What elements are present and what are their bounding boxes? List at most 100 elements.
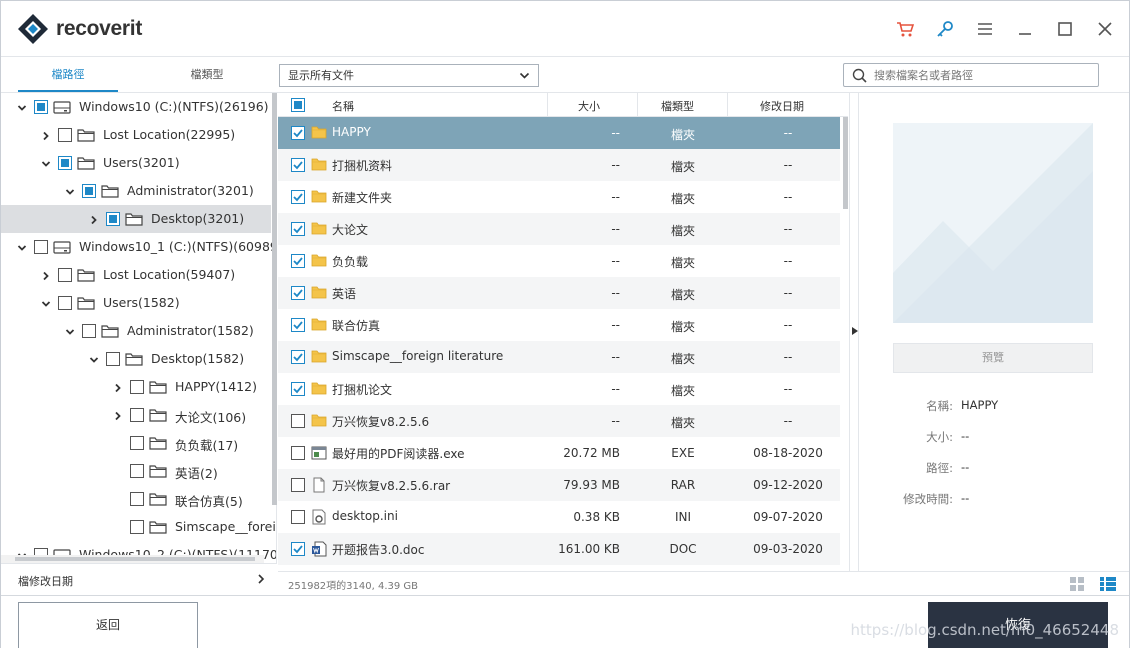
file-row[interactable]: 开题报告3.0.doc 161.00 KB DOC 09-03-2020	[278, 533, 840, 565]
tree-checkbox[interactable]	[58, 156, 72, 170]
chevron-right-icon[interactable]	[89, 215, 99, 225]
tree-node[interactable]: Users(3201)	[1, 149, 271, 177]
file-checkbox[interactable]	[291, 382, 305, 396]
tree-checkbox[interactable]	[58, 128, 72, 142]
tab-file-path[interactable]: 檔路徑	[18, 57, 118, 92]
tree-checkbox[interactable]	[34, 240, 48, 254]
tree-node[interactable]: Administrator(1582)	[1, 317, 271, 345]
tree-checkbox[interactable]	[130, 380, 144, 394]
file-filter-dropdown[interactable]: 显示所有文件	[279, 64, 539, 87]
file-row[interactable]: 负负载 -- 檔夾 --	[278, 245, 840, 277]
tree-checkbox[interactable]	[34, 100, 48, 114]
tree-scrollbar[interactable]	[272, 93, 277, 505]
file-checkbox[interactable]	[291, 318, 305, 332]
file-checkbox[interactable]	[291, 350, 305, 364]
tree-node[interactable]: Desktop(1582)	[1, 345, 271, 373]
chevron-right-icon[interactable]	[41, 271, 51, 281]
file-checkbox[interactable]	[291, 510, 305, 524]
chevron-down-icon[interactable]	[17, 243, 27, 253]
menu-icon[interactable]	[975, 19, 995, 39]
file-row[interactable]: 新建文件夹 -- 檔夾 --	[278, 181, 840, 213]
tree-checkbox[interactable]	[130, 520, 144, 534]
file-row[interactable]: 万兴恢复v8.2.5.6 -- 檔夾 --	[278, 405, 840, 437]
file-checkbox[interactable]	[291, 446, 305, 460]
tree-checkbox[interactable]	[58, 268, 72, 282]
column-type[interactable]: 檔類型	[661, 98, 694, 114]
file-checkbox[interactable]	[291, 158, 305, 172]
file-row[interactable]: 联合仿真 -- 檔夾 --	[278, 309, 840, 341]
tree-node[interactable]: HAPPY(1412)	[1, 373, 271, 401]
recover-button[interactable]: 恢復	[928, 602, 1108, 648]
search-box[interactable]	[843, 63, 1099, 87]
file-checkbox[interactable]	[291, 286, 305, 300]
tree-checkbox[interactable]	[82, 184, 96, 198]
file-row[interactable]: 英语 -- 檔夾 --	[278, 277, 840, 309]
chevron-down-icon[interactable]	[17, 103, 27, 113]
chevron-down-icon[interactable]	[41, 159, 51, 169]
file-checkbox[interactable]	[291, 126, 305, 140]
tree-node-label: Lost Location(22995)	[103, 127, 236, 142]
file-checkbox[interactable]	[291, 190, 305, 204]
file-checkbox[interactable]	[291, 414, 305, 428]
tree-checkbox[interactable]	[130, 464, 144, 478]
chevron-down-icon[interactable]	[41, 299, 51, 309]
list-view-icon[interactable]	[1100, 577, 1116, 591]
tree-node[interactable]: Simscape__forei	[1, 513, 276, 541]
tab-file-type[interactable]: 檔類型	[157, 57, 257, 92]
grid-view-icon[interactable]	[1070, 577, 1084, 591]
file-checkbox[interactable]	[291, 542, 305, 556]
file-row[interactable]: 最好用的PDF阅读器.exe 20.72 MB EXE 08-18-2020	[278, 437, 840, 469]
column-name[interactable]: 名稱	[332, 98, 354, 114]
chevron-right-icon[interactable]	[113, 383, 123, 393]
minimize-icon[interactable]	[1015, 19, 1035, 39]
key-icon[interactable]	[935, 19, 955, 39]
column-modified-date[interactable]: 修改日期	[760, 98, 804, 114]
tree-node[interactable]: Desktop(3201)	[1, 205, 271, 233]
file-row[interactable]: HAPPY -- 檔夾 --	[278, 117, 840, 149]
tree-node[interactable]: Lost Location(22995)	[1, 121, 271, 149]
tree-checkbox[interactable]	[106, 352, 120, 366]
tree-node[interactable]: Lost Location(59407)	[1, 261, 271, 289]
tree-checkbox[interactable]	[106, 212, 120, 226]
cart-icon[interactable]	[895, 19, 915, 39]
file-checkbox[interactable]	[291, 254, 305, 268]
file-checkbox[interactable]	[291, 222, 305, 236]
modified-date-filter[interactable]: 檔修改日期	[1, 563, 277, 595]
tree-node[interactable]: 大论文(106)	[1, 401, 271, 429]
file-row[interactable]: 大论文 -- 檔夾 --	[278, 213, 840, 245]
tree-horizontal-scrollbar[interactable]	[1, 555, 264, 563]
tree-node[interactable]: 负负载(17)	[1, 429, 271, 457]
file-row[interactable]: 万兴恢复v8.2.5.6.rar 79.93 MB RAR 09-12-2020	[278, 469, 840, 501]
tree-checkbox[interactable]	[130, 492, 144, 506]
file-row[interactable]: Simscape__foreign literature -- 檔夾 --	[278, 341, 840, 373]
preview-button[interactable]: 預覽	[893, 343, 1093, 373]
tree-node[interactable]: Windows10_1 (C:)(NTFS)(60989)	[1, 233, 276, 261]
file-size: --	[611, 254, 620, 268]
tree-node[interactable]: Windows10 (C:)(NTFS)(26196)	[1, 93, 271, 121]
tree-node[interactable]: Administrator(3201)	[1, 177, 271, 205]
preview-toggle[interactable]	[849, 93, 859, 571]
maximize-icon[interactable]	[1055, 19, 1075, 39]
tree-checkbox[interactable]	[130, 436, 144, 450]
file-row[interactable]: 打捆机资料 -- 檔夾 --	[278, 149, 840, 181]
tree-node[interactable]: Users(1582)	[1, 289, 271, 317]
chevron-down-icon[interactable]	[89, 355, 99, 365]
back-button[interactable]: 返回	[18, 602, 198, 648]
file-list-scrollbar[interactable]	[843, 117, 848, 209]
file-row[interactable]: 打捆机论文 -- 檔夾 --	[278, 373, 840, 405]
select-all-checkbox[interactable]	[291, 98, 305, 112]
tree-checkbox[interactable]	[58, 296, 72, 310]
tree-checkbox[interactable]	[82, 324, 96, 338]
chevron-down-icon[interactable]	[65, 327, 75, 337]
file-row[interactable]: desktop.ini 0.38 KB INI 09-07-2020	[278, 501, 840, 533]
chevron-right-icon[interactable]	[113, 411, 123, 421]
column-size[interactable]: 大小	[578, 98, 600, 114]
chevron-down-icon[interactable]	[65, 187, 75, 197]
close-icon[interactable]	[1095, 19, 1115, 39]
tree-node[interactable]: 英语(2)	[1, 457, 271, 485]
file-checkbox[interactable]	[291, 478, 305, 492]
tree-node[interactable]: 联合仿真(5)	[1, 485, 271, 513]
chevron-right-icon[interactable]	[41, 131, 51, 141]
tree-checkbox[interactable]	[130, 408, 144, 422]
search-input[interactable]	[874, 66, 1089, 84]
